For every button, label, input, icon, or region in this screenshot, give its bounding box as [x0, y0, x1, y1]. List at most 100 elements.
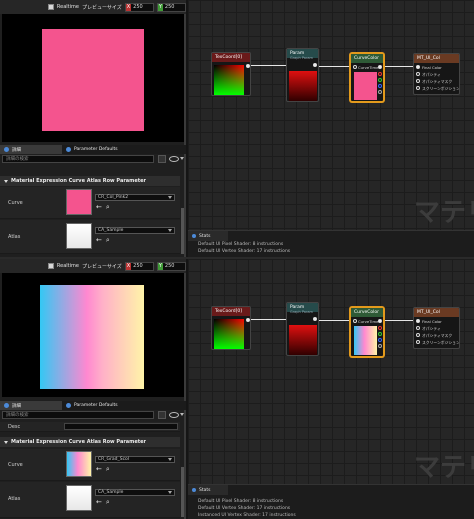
wire: [318, 320, 350, 321]
grid-view-icon[interactable]: [158, 411, 166, 419]
grid-view-icon[interactable]: [158, 155, 166, 163]
atlas-row: Atlas CA_Sample ← ⌕: [0, 220, 180, 254]
opacity-pin[interactable]: [416, 72, 420, 76]
opacity-mask-pin[interactable]: [416, 333, 420, 337]
texcoord-preview: [214, 65, 244, 95]
texcoord-output-pin[interactable]: [246, 64, 250, 68]
output-pin[interactable]: [378, 65, 382, 69]
tab-parameter-defaults[interactable]: Parameter Defaults: [62, 401, 124, 410]
atlas-combo[interactable]: CA_Sample: [95, 227, 175, 234]
chevron-down-icon[interactable]: [180, 157, 184, 161]
param-output-pin[interactable]: [313, 63, 317, 67]
parameter-icon: [66, 403, 71, 408]
search-icon[interactable]: ⌕: [106, 237, 110, 244]
category-header[interactable]: Material Expression Curve Atlas Row Para…: [0, 176, 180, 186]
stats-line: Default UI Vertex Shader: 17 instruction…: [198, 506, 291, 511]
tab-parameter-defaults[interactable]: Parameter Defaults: [62, 145, 124, 154]
details-side: Realtime プレビューサイズ X 250 Y 250 詳細 Parameter…: [0, 259, 186, 519]
screen-position-pin[interactable]: [416, 86, 420, 90]
atlas-combo[interactable]: CA_Sample: [95, 489, 175, 496]
texcoord-output-pin[interactable]: [246, 318, 250, 322]
search-input[interactable]: 詳細の検索: [2, 411, 154, 419]
param-node[interactable]: Param Graph Param: [286, 48, 319, 102]
realtime-checkbox[interactable]: [48, 263, 54, 269]
search-icon[interactable]: ⌕: [106, 499, 110, 506]
chevron-down-icon[interactable]: [180, 413, 184, 417]
preview-y-field[interactable]: Y 250: [156, 2, 186, 12]
preview-y-field[interactable]: Y 250: [156, 261, 186, 271]
tab-stats[interactable]: Stats: [188, 231, 228, 241]
preview-viewport[interactable]: [2, 14, 184, 142]
details-scrollbar[interactable]: [181, 467, 184, 517]
arrow-left-icon[interactable]: ←: [96, 204, 102, 211]
stats-panel: Stats Default UI Pixel Shader: 8 instruc…: [188, 230, 474, 257]
material-graph[interactable]: マテリ TexCoord[0] Param Graph Param CurveC…: [188, 0, 474, 257]
preview-viewport[interactable]: [2, 273, 184, 397]
atlas-thumbnail[interactable]: [66, 223, 92, 249]
curve-label: Curve: [8, 462, 23, 468]
category-header[interactable]: Material Expression Curve Atlas Row Para…: [0, 437, 180, 447]
curve-time-pin[interactable]: [353, 319, 357, 323]
output-node[interactable]: MT_UI_Col Final Color オパシティ オパシティマスク スクリ…: [413, 53, 460, 95]
g-pin[interactable]: [378, 332, 382, 336]
curve-color-node[interactable]: CurveColor CurveTime: [350, 53, 384, 102]
param-node[interactable]: Param Graph Param: [286, 302, 319, 356]
atlas-thumbnail[interactable]: [66, 485, 92, 511]
eye-icon[interactable]: [169, 156, 179, 162]
r-pin[interactable]: [378, 326, 382, 330]
graph-watermark: マテリ: [414, 453, 474, 483]
eye-icon[interactable]: [169, 412, 179, 418]
arrow-left-icon[interactable]: ←: [96, 499, 102, 506]
wire: [318, 66, 350, 67]
texcoord-node[interactable]: TexCoord[0]: [211, 52, 251, 96]
stats-icon: [192, 488, 196, 492]
curve-thumbnail[interactable]: [66, 451, 92, 477]
curve-label: Curve: [8, 200, 23, 206]
search-icon[interactable]: ⌕: [106, 466, 110, 473]
search-icon[interactable]: ⌕: [106, 204, 110, 211]
b-pin[interactable]: [378, 84, 382, 88]
r-pin[interactable]: [378, 72, 382, 76]
texcoord-node[interactable]: TexCoord[0]: [211, 306, 251, 350]
collapse-icon: [4, 440, 8, 444]
opacity-pin[interactable]: [416, 326, 420, 330]
output-pin[interactable]: [378, 319, 382, 323]
g-pin[interactable]: [378, 78, 382, 82]
opacity-mask-pin[interactable]: [416, 79, 420, 83]
curve-row: Curve CR_Grad_Scol ← ⌕: [0, 449, 180, 481]
arrow-left-icon[interactable]: ←: [96, 466, 102, 473]
chevron-down-icon: [168, 229, 172, 232]
a-pin[interactable]: [378, 90, 382, 94]
atlas-label: Atlas: [8, 234, 21, 240]
screen-position-pin[interactable]: [416, 340, 420, 344]
curve-time-pin[interactable]: [353, 65, 357, 69]
realtime-label: Realtime: [56, 4, 79, 10]
realtime-checkbox[interactable]: [48, 4, 54, 10]
param-output-pin[interactable]: [313, 317, 317, 321]
a-pin[interactable]: [378, 344, 382, 348]
final-color-pin[interactable]: [416, 319, 420, 323]
final-color-pin[interactable]: [416, 65, 420, 69]
output-node[interactable]: MT_UI_Col Final Color オパシティ オパシティマスク スクリ…: [413, 307, 460, 349]
wire: [250, 319, 288, 320]
curve-thumbnail[interactable]: [66, 189, 92, 215]
tab-details[interactable]: 詳細: [0, 401, 62, 410]
preview-toolbar: Realtime プレビューサイズ X 250 Y 250: [0, 0, 186, 14]
details-scrollbar[interactable]: [181, 208, 184, 254]
preview-x-field[interactable]: X 250: [124, 2, 154, 12]
chevron-down-icon: [168, 196, 172, 199]
preview-x-field[interactable]: X 250: [124, 261, 154, 271]
arrow-left-icon[interactable]: ←: [96, 237, 102, 244]
material-graph[interactable]: マテリ TexCoord[0] Param Graph Param CurveC…: [188, 259, 474, 519]
tab-stats[interactable]: Stats: [188, 485, 228, 495]
param-preview: [289, 71, 317, 101]
search-input[interactable]: 詳細の検索: [2, 155, 154, 163]
preview-toolbar: Realtime プレビューサイズ X 250 Y 250: [0, 259, 186, 273]
curve-color-node[interactable]: CurveColor CurveTime: [350, 307, 384, 357]
curve-combo[interactable]: CR_Col_Pink2: [95, 194, 175, 201]
details-tabs: 詳細 Parameter Defaults: [0, 145, 186, 154]
desc-input[interactable]: [64, 423, 178, 430]
tab-details[interactable]: 詳細: [0, 145, 62, 154]
curve-combo[interactable]: CR_Grad_Scol: [95, 456, 175, 463]
b-pin[interactable]: [378, 338, 382, 342]
